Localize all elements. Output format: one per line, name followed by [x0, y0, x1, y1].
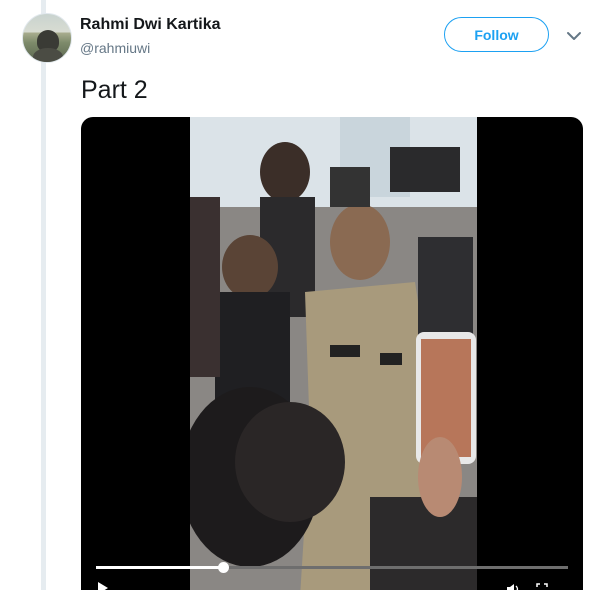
video-player[interactable] — [81, 117, 583, 590]
screen-name[interactable]: @rahmiuwi — [80, 40, 150, 56]
chevron-down-icon[interactable] — [565, 29, 583, 43]
video-progress-bar[interactable] — [96, 562, 568, 573]
follow-button[interactable]: Follow — [444, 17, 549, 52]
thread-connector-line — [41, 0, 46, 590]
fullscreen-icon[interactable] — [536, 583, 548, 590]
video-progress-handle[interactable] — [218, 562, 229, 573]
display-name[interactable]: Rahmi Dwi Kartika — [80, 16, 220, 34]
video-frame[interactable] — [190, 117, 477, 590]
video-progress-fill — [96, 566, 223, 569]
video-still-image — [190, 117, 477, 590]
tweet-text: Part 2 — [81, 76, 148, 104]
avatar-figure-body — [33, 48, 63, 62]
play-icon[interactable] — [97, 581, 109, 590]
avatar[interactable] — [22, 13, 72, 63]
volume-icon[interactable] — [506, 583, 520, 590]
